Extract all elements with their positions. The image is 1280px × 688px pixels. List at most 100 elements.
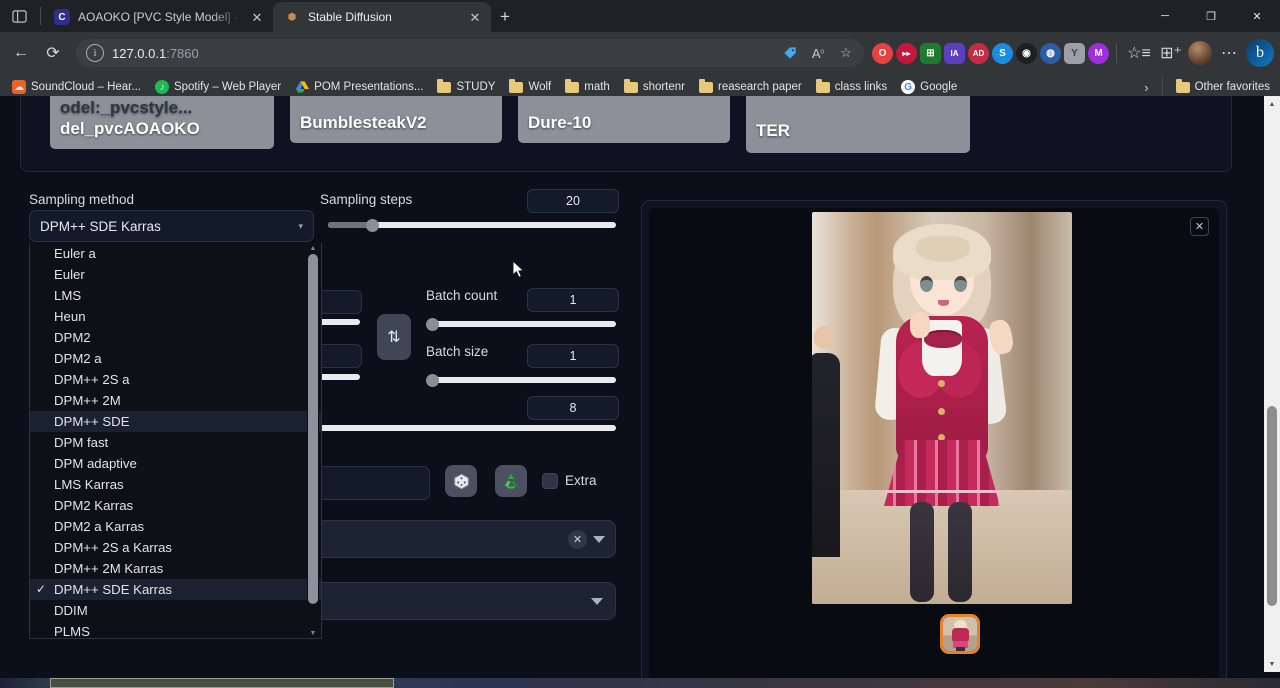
yandex-icon[interactable]: Y [1064, 43, 1085, 64]
dropdown-option[interactable]: Heun [30, 306, 321, 327]
dropdown-option[interactable]: Euler a [30, 243, 321, 264]
close-icon[interactable]: ✕ [249, 9, 265, 25]
cfg-scale-value[interactable]: 8 [527, 396, 619, 420]
read-aloud-icon[interactable]: Aᴼ [806, 41, 830, 65]
gallery-thumbnail[interactable] [940, 614, 980, 654]
chevron-down-icon[interactable] [593, 536, 605, 543]
batch-size-value[interactable]: 1 [527, 344, 619, 368]
new-tab-button[interactable]: + [491, 3, 519, 31]
other-favorites-folder[interactable]: Other favorites [1170, 78, 1276, 96]
close-icon[interactable]: ✕ [1190, 217, 1209, 236]
batch-count-slider[interactable] [428, 321, 616, 327]
dropdown-option[interactable]: PLMS [30, 621, 321, 639]
scroll-up-icon[interactable]: ▲ [1264, 96, 1280, 112]
batch-size-slider[interactable] [428, 377, 616, 383]
tab-search-icon[interactable] [0, 0, 38, 32]
close-icon[interactable]: ✕ [467, 9, 483, 25]
model-card-bumblesteakv2[interactable]: BumblesteakV2 [290, 96, 502, 143]
generated-image[interactable] [812, 212, 1072, 604]
location-pin-icon[interactable]: ◉ [1016, 43, 1037, 64]
script-select[interactable] [300, 582, 616, 620]
extra-seed-checkbox[interactable] [542, 473, 558, 489]
close-window-button[interactable]: ✕ [1234, 0, 1280, 32]
bookmark-folder-class-links[interactable]: class links [810, 78, 893, 96]
grammarly-icon[interactable]: ⊞ [920, 43, 941, 64]
site-info-icon[interactable]: i [86, 44, 104, 62]
batch-count-value[interactable]: 1 [527, 288, 619, 312]
dropdown-option[interactable]: DPM++ 2M [30, 390, 321, 411]
folder-icon [699, 80, 713, 94]
color-wheel-icon[interactable]: ◍ [1040, 43, 1061, 64]
bookmark-folder-study[interactable]: STUDY [431, 78, 501, 96]
sampling-steps-slider[interactable] [328, 222, 616, 228]
collections-icon[interactable]: ⊞⁺ [1156, 38, 1186, 68]
dropdown-option[interactable]: DPM fast [30, 432, 321, 453]
bookmark-spotify[interactable]: ♪ Spotify – Web Player [149, 78, 287, 96]
page-vertical-scrollbar[interactable]: ▲ ▼ [1264, 96, 1280, 672]
ia-writer-icon[interactable]: IA [944, 43, 965, 64]
dropdown-option[interactable]: DPM2 [30, 327, 321, 348]
tab-stable-diffusion[interactable]: ⬢ Stable Diffusion ✕ [273, 2, 491, 32]
dropdown-option[interactable]: LMS [30, 285, 321, 306]
soundcloud-icon: ☁ [12, 80, 26, 94]
reload-icon[interactable]: ⟳ [38, 38, 68, 68]
favorites-icon[interactable]: ☆≡ [1124, 38, 1154, 68]
bookmark-folder-wolf[interactable]: Wolf [503, 78, 557, 96]
bookmark-folder-shortenr[interactable]: shortenr [618, 78, 691, 96]
address-bar[interactable]: i 127.0.0.1:7860 Aᴼ ☆ [76, 39, 864, 67]
monica-icon[interactable]: M [1088, 43, 1109, 64]
dropdown-option[interactable]: Euler [30, 264, 321, 285]
minimize-button[interactable]: ─ [1142, 0, 1188, 32]
model-card-label: TER [756, 121, 960, 141]
profile-avatar[interactable] [1188, 41, 1212, 65]
settings-more-icon[interactable]: ⋯ [1214, 38, 1244, 68]
bookmark-folder-reasearch-paper[interactable]: reasearch paper [693, 78, 808, 96]
dropdown-option[interactable]: DPM2 Karras [30, 495, 321, 516]
sampling-method-dropdown-list[interactable]: Euler a Euler LMS Heun DPM2 DPM2 a DPM++… [29, 243, 322, 639]
cfg-scale-slider[interactable] [300, 425, 616, 431]
scroll-up-icon[interactable]: ▲ [307, 243, 319, 254]
shazam-icon[interactable]: S [992, 43, 1013, 64]
add-favorite-icon[interactable]: ☆ [834, 41, 858, 65]
sampling-steps-value[interactable]: 20 [527, 189, 619, 213]
bookmark-pom-presentations[interactable]: POM Presentations... [289, 78, 429, 96]
bookmark-folder-math[interactable]: math [559, 78, 616, 96]
dropdown-option-selected[interactable]: DPM++ SDE Karras [30, 579, 321, 600]
dropdown-option[interactable]: DPM adaptive [30, 453, 321, 474]
bookmark-soundcloud[interactable]: ☁ SoundCloud – Hear... [6, 78, 147, 96]
price-tag-icon[interactable] [778, 41, 802, 65]
opera-icon[interactable]: O [872, 43, 893, 64]
adblock-icon[interactable]: AD [968, 43, 989, 64]
dropdown-option[interactable]: LMS Karras [30, 474, 321, 495]
back-icon[interactable]: ← [6, 38, 36, 68]
clear-icon[interactable]: ✕ [568, 530, 587, 549]
fast-forward-icon[interactable]: ▸▸ [896, 43, 917, 64]
vertical-scroll-thumb[interactable] [1267, 406, 1277, 606]
bookmark-google[interactable]: G Google [895, 78, 963, 96]
scroll-down-icon[interactable]: ▼ [1264, 656, 1280, 672]
model-card-ter[interactable]: TER [746, 96, 970, 153]
dropdown-option-highlighted[interactable]: DPM++ SDE [30, 411, 321, 432]
dropdown-option[interactable]: DPM++ 2S a Karras [30, 537, 321, 558]
taskbar-active-window[interactable] [50, 678, 394, 688]
script-select-with-clear[interactable]: ✕ [300, 520, 616, 558]
dropdown-option[interactable]: DPM2 a Karras [30, 516, 321, 537]
model-card-del-pvcaoaoko[interactable]: odel:_pvcstyle... del_pvcAOAOKO [50, 96, 274, 149]
swap-dimensions-button[interactable]: ⇅ [377, 314, 411, 360]
chevron-down-icon[interactable] [591, 598, 603, 605]
model-card-dure-10[interactable]: Dure-10 [518, 96, 730, 143]
dropdown-scroll-thumb[interactable] [308, 254, 318, 604]
random-seed-button[interactable] [445, 465, 477, 497]
dropdown-option[interactable]: DPM++ 2M Karras [30, 558, 321, 579]
bookmarks-overflow-icon[interactable]: › [1138, 80, 1154, 95]
dropdown-scrollbar[interactable]: ▲ ▼ [307, 243, 319, 639]
maximize-button[interactable]: ❐ [1188, 0, 1234, 32]
bing-copilot-icon[interactable]: b [1246, 39, 1274, 67]
scroll-down-icon[interactable]: ▼ [307, 628, 319, 639]
recycle-seed-button[interactable] [495, 465, 527, 497]
dropdown-option[interactable]: DPM2 a [30, 348, 321, 369]
dropdown-option[interactable]: DDIM [30, 600, 321, 621]
tab-aoaoko-pvc-style-model[interactable]: C AOAOKO [PVC Style Model] - PVC ✕ [43, 2, 273, 32]
dropdown-option[interactable]: DPM++ 2S a [30, 369, 321, 390]
sampling-method-select[interactable]: DPM++ SDE Karras ▾ [29, 210, 314, 242]
